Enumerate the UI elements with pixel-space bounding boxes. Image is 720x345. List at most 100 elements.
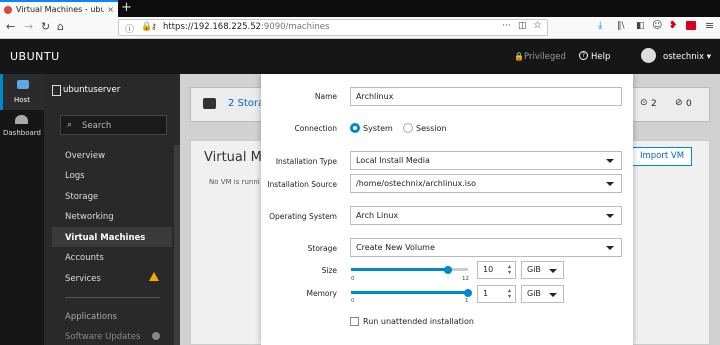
extension-badge-icon[interactable] (686, 21, 696, 30)
sidebar-divider (65, 297, 160, 298)
new-tab-button[interactable]: + (121, 1, 132, 15)
sidebar-item-networking[interactable]: Networking (65, 212, 114, 222)
stopped-count-icon: ⊘ (675, 98, 683, 108)
library-icon[interactable]: ‖\ (617, 21, 625, 31)
chevron-down-icon (549, 269, 557, 273)
sidebar-item-applications[interactable]: Applications (65, 312, 117, 322)
installation-source-value: /home/ostechnix/archlinux.iso (356, 179, 477, 188)
cockpit-header (0, 39, 720, 74)
installation-source-label: Installation Source (267, 180, 337, 189)
memory-min-label: 0 (351, 298, 355, 304)
user-menu[interactable]: ostechnix ▾ (663, 52, 711, 62)
privileged-indicator[interactable]: Privileged (524, 52, 566, 62)
avatar[interactable] (641, 48, 656, 63)
size-unit-value: GiB (527, 265, 541, 274)
chevron-down-icon (606, 246, 614, 250)
sidebar-item-storage[interactable]: Storage (65, 192, 98, 202)
host-icon (17, 80, 29, 89)
unattended-checkbox[interactable] (350, 317, 359, 326)
search-placeholder: Search (82, 121, 112, 131)
back-icon[interactable]: ← (6, 20, 15, 34)
help-menu[interactable]: Help (591, 52, 610, 62)
stopped-count: 0 (686, 99, 692, 109)
sidebar-item-logs[interactable]: Logs (65, 171, 85, 181)
storage-select[interactable]: Create New Volume (350, 238, 622, 257)
sidebar-item-overview[interactable]: Overview (65, 151, 105, 161)
chevron-down-icon (606, 182, 614, 186)
size-unit-select[interactable]: GiB (521, 261, 564, 279)
storage-label: Storage (307, 244, 337, 253)
memory-label: Memory (306, 289, 337, 298)
chevron-down-icon (549, 293, 557, 297)
browser-tab[interactable]: Virtual Machines - ubuntu × (0, 0, 118, 17)
info-badge-icon (152, 332, 160, 340)
unattended-label[interactable]: Run unattended installation (363, 317, 474, 326)
home-icon[interactable]: ⌂ (57, 20, 64, 34)
chevron-down-icon (606, 214, 614, 218)
sidebar-item-software-updates[interactable]: Software Updates (65, 332, 140, 342)
rail-dashboard-label[interactable]: Dashboard (0, 129, 44, 137)
name-input[interactable]: Archlinux (350, 87, 622, 106)
reload-icon[interactable]: ↻ (41, 20, 50, 34)
size-slider-handle[interactable] (444, 266, 452, 274)
installation-source-combo[interactable]: /home/ostechnix/archlinux.iso (350, 174, 622, 193)
connection-system-radio[interactable] (350, 123, 360, 133)
account-icon[interactable]: ☺ (652, 20, 662, 31)
search-icon: ⌕ (67, 120, 73, 130)
storage-pool-icon (203, 98, 216, 109)
memory-max-label: 1 (465, 298, 469, 304)
rail-host-label: Host (14, 96, 30, 104)
size-max-label: 12 (462, 276, 469, 282)
running-count-icon: ⊙ (640, 98, 648, 108)
url-text[interactable]: https://192.168.225.52:9090/machines (163, 22, 329, 32)
warning-icon (149, 272, 159, 281)
size-slider-fill (351, 268, 448, 271)
forward-icon[interactable]: → (24, 20, 33, 34)
tab-close-icon[interactable]: × (107, 5, 114, 14)
search-input[interactable] (60, 115, 167, 135)
connection-session-label[interactable]: Session (416, 124, 447, 133)
memory-unit-select[interactable]: GiB (521, 285, 564, 303)
connection-session-radio[interactable] (403, 123, 413, 133)
operating-system-label: Operating System (269, 212, 337, 221)
server-icon (52, 85, 61, 96)
help-icon[interactable]: ? (579, 51, 588, 60)
sidebar-item-virtual-machines[interactable]: Virtual Machines (65, 233, 145, 243)
page-actions-icon[interactable]: ··· (502, 21, 511, 31)
installation-type-value: Local Install Media (356, 156, 430, 165)
name-label: Name (314, 92, 337, 101)
size-min-label: 0 (351, 276, 355, 282)
memory-slider-fill (351, 291, 468, 294)
server-name[interactable]: ubuntuserver (63, 85, 120, 95)
tab-title: Virtual Machines - ubuntu (16, 5, 105, 14)
sidebar-item-services[interactable]: Services (65, 274, 101, 284)
connection-system-label[interactable]: System (363, 124, 393, 133)
sidebar-item-accounts[interactable]: Accounts (65, 253, 104, 263)
memory-stepper-icon[interactable]: ▴ ▾ (508, 288, 511, 300)
empty-state-text: No VM is runni (209, 178, 260, 186)
permissions-key-icon[interactable]: ⚷ (151, 22, 157, 31)
extension-icon[interactable]: ❥ (669, 20, 677, 31)
info-icon[interactable]: ⓘ (125, 22, 134, 35)
size-stepper-icon[interactable]: ▴ ▾ (508, 264, 511, 276)
storage-value: Create New Volume (356, 243, 435, 252)
lock-icon: 🔒 (514, 52, 524, 61)
chevron-down-icon (606, 159, 614, 163)
bookmark-star-icon[interactable]: ☆ (533, 20, 542, 31)
installation-type-select[interactable]: Local Install Media (350, 151, 622, 170)
host-brand: UBUNTU (10, 50, 60, 63)
size-label: Size (321, 266, 337, 275)
menu-icon[interactable]: ≡ (705, 19, 714, 32)
memory-slider-handle[interactable] (464, 289, 472, 297)
installation-type-label: Installation Type (275, 157, 337, 166)
cockpit-favicon-icon (4, 5, 12, 14)
sidebar-toggle-icon[interactable]: ◧ (636, 21, 645, 31)
pocket-icon[interactable]: ◫ (518, 21, 527, 31)
downloads-icon[interactable]: ⤓ (598, 20, 602, 31)
import-vm-button[interactable]: Import VM (632, 147, 692, 166)
connection-label: Connection (294, 124, 337, 133)
operating-system-select[interactable]: Arch Linux (350, 206, 622, 225)
memory-unit-value: GiB (527, 289, 541, 298)
dashboard-icon[interactable] (15, 115, 28, 124)
operating-system-value: Arch Linux (356, 211, 399, 220)
